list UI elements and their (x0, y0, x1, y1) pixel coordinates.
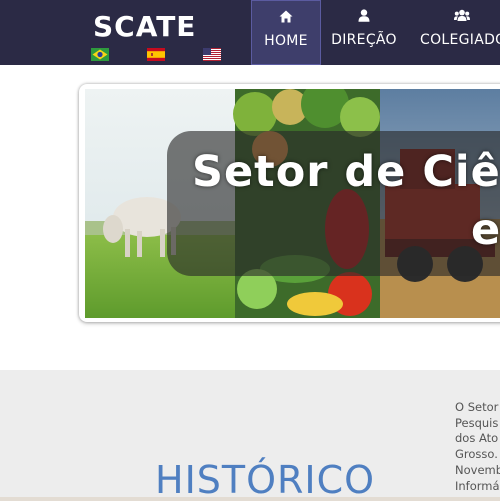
nav-home-label: HOME (264, 33, 308, 49)
history-text-line: Pesquis (455, 415, 499, 430)
hero-banner[interactable]: Setor de Ciê e (79, 84, 500, 322)
history-text-line: Grosso. (455, 447, 498, 462)
nav-direcao[interactable]: DIREÇÃO (326, 0, 402, 65)
nav-direcao-label: DIREÇÃO (331, 32, 397, 48)
nav-colegiado[interactable]: COLEGIADO (414, 0, 500, 65)
flag-spain-icon[interactable] (147, 48, 165, 61)
banner-title-line2: e (471, 205, 500, 255)
nav-home[interactable]: HOME (251, 0, 321, 65)
flag-usa-icon[interactable] (203, 48, 221, 61)
history-title: HISTÓRICO (155, 458, 376, 501)
user-icon (358, 9, 370, 22)
history-text-line: O Setor (455, 400, 499, 414)
history-text-line: Informá (455, 478, 500, 493)
site-logo[interactable]: SCATE (93, 12, 196, 42)
top-navbar: SCATE HOME DIREÇÃO COLEGIADO (0, 0, 500, 65)
history-text-line: Novemb (455, 462, 500, 477)
history-text-line: dos Ato (455, 431, 499, 446)
history-section: HISTÓRICO O Setor Pesquis dos Ato Grosso… (0, 370, 500, 501)
banner-title-line1: Setor de Ciê (192, 147, 500, 197)
flag-brazil-icon[interactable] (91, 48, 109, 61)
users-icon (454, 9, 470, 21)
home-icon (279, 10, 293, 23)
bottom-strip (0, 497, 500, 501)
language-selector (91, 48, 226, 62)
nav-colegiado-label: COLEGIADO (420, 32, 500, 48)
history-paragraph: O Setor Pesquis dos Ato Grosso. Novemb I… (455, 400, 500, 494)
